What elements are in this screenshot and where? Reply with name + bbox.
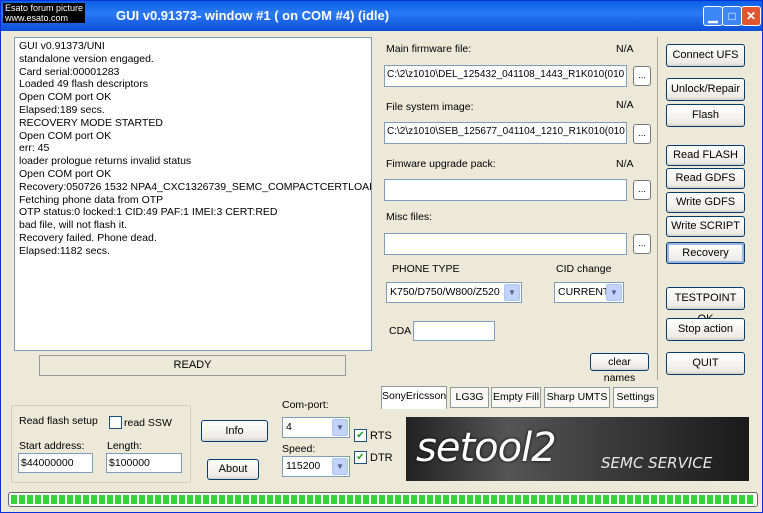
about-button[interactable]: About: [207, 459, 259, 480]
tab-empty-fill[interactable]: Empty Fill: [491, 387, 541, 408]
tab-sharp-umts[interactable]: Sharp UMTS: [544, 387, 610, 408]
phone-type-value: K750/D750/W800/Z520: [390, 286, 500, 298]
cda-field[interactable]: [413, 321, 495, 341]
cda-label: CDA: [389, 325, 412, 337]
log-line: Open COM port OK: [19, 129, 112, 142]
main-firmware-browse-button[interactable]: ...: [633, 66, 651, 86]
title-bar: Esato forum picture www.esato.com GUI v0…: [1, 1, 762, 31]
dtr-label: DTR: [370, 452, 393, 464]
dtr-checkbox[interactable]: ✔: [354, 451, 367, 464]
read-gdfs-button[interactable]: Read GDFS: [666, 168, 745, 189]
start-address-label: Start address:: [19, 440, 85, 452]
testpoint-button[interactable]: TESTPOINT OK: [666, 287, 745, 325]
recovery-button[interactable]: Recovery: [666, 242, 745, 264]
tab-settings[interactable]: Settings: [613, 387, 658, 408]
com-port-value: 4: [286, 421, 292, 433]
watermark-line-2: www.esato.com: [5, 13, 69, 23]
watermark-line-1: Esato forum picture: [5, 3, 84, 13]
semc-service-text: SEMC SERVICE: [601, 454, 713, 472]
log-line: loader prologue returns invalid status: [19, 155, 192, 168]
misc-files-field[interactable]: [384, 233, 627, 255]
chevron-down-icon: ▼: [332, 458, 348, 475]
write-script-button[interactable]: Write SCRIPT: [666, 216, 745, 237]
fs-image-label: File system image:: [386, 101, 474, 113]
stop-action-button[interactable]: Stop action: [666, 318, 745, 341]
info-button[interactable]: Info: [201, 420, 268, 442]
maximize-icon[interactable]: □: [722, 6, 742, 26]
tab-lg3g[interactable]: LG3G: [450, 387, 489, 408]
log-line: err: 45: [19, 142, 50, 155]
read-flash-button[interactable]: Read FLASH: [666, 145, 745, 166]
log-line: Recovery failed. Phone dead.: [19, 231, 157, 244]
chevron-down-icon: ▼: [332, 419, 348, 436]
length-label: Length:: [107, 440, 143, 452]
cid-change-value: CURRENT: [558, 286, 610, 298]
log-line: RECOVERY MODE STARTED: [19, 116, 163, 129]
log-line: Elapsed:1182 secs.: [19, 244, 110, 257]
cid-change-select[interactable]: CURRENT ▼: [554, 282, 624, 303]
phone-type-label: PHONE TYPE: [392, 263, 460, 275]
fw-pack-browse-button[interactable]: ...: [633, 180, 651, 200]
fs-image-status: N/A: [616, 99, 634, 111]
log-line: standalone version engaged.: [19, 52, 154, 65]
setool-logo: setool2: [416, 425, 557, 471]
misc-files-browse-button[interactable]: ...: [633, 234, 651, 254]
log-line: Recovery:050726 1532 NPA4_CXC1326739_SEM…: [19, 180, 372, 193]
main-firmware-field[interactable]: C:\2\z1010\DEL_125432_041108_1443_R1K010…: [384, 65, 627, 87]
clear-names-button[interactable]: clear names: [590, 353, 649, 384]
log-line: GUI v0.91373/UNI: [19, 40, 105, 52]
log-line: Card serial:00001283: [19, 65, 120, 78]
fs-image-browse-button[interactable]: ...: [633, 124, 651, 144]
progress-fill: [11, 495, 755, 504]
flash-button[interactable]: Flash: [666, 104, 745, 127]
log-output[interactable]: GUI v0.91373/UNI standalone version engag…: [14, 37, 372, 351]
watermark: Esato forum picture www.esato.com: [3, 3, 86, 23]
com-port-label: Com-port:: [282, 399, 329, 411]
connect-ufs-button[interactable]: Connect UFS: [666, 44, 745, 67]
misc-files-label: Misc files:: [386, 211, 433, 223]
speed-value: 115200: [286, 460, 321, 472]
close-icon[interactable]: ✕: [741, 6, 761, 26]
fs-image-field[interactable]: C:\2\z1010\SEB_125677_041104_1210_R1K010…: [384, 122, 627, 144]
chevron-down-icon: ▼: [504, 284, 520, 301]
read-flash-setup-label: Read flash setup: [19, 415, 98, 427]
com-port-select[interactable]: 4 ▼: [282, 417, 350, 438]
log-line: bad file, will not flash it.: [19, 219, 127, 232]
unlock-repair-button[interactable]: Unlock/Repair: [666, 78, 745, 101]
length-field[interactable]: $100000: [106, 453, 182, 473]
log-line: Elapsed:189 secs.: [19, 103, 105, 116]
status-bar: READY: [39, 355, 346, 376]
window-title: GUI v0.91373- window #1 ( on COM #4) (id…: [116, 8, 390, 23]
setool-banner: setool2 SEMC SERVICE: [406, 417, 749, 481]
fw-pack-label: Fimware upgrade pack:: [386, 158, 496, 170]
log-line: OTP status:0 locked:1 CID:49 PAF:1 IMEI:…: [19, 206, 278, 219]
rts-checkbox[interactable]: ✔: [354, 429, 367, 442]
log-line: Open COM port OK: [19, 167, 112, 180]
quit-button[interactable]: QUIT: [666, 352, 745, 375]
speed-label: Speed:: [282, 443, 316, 455]
log-line: Loaded 49 flash descriptors: [19, 78, 148, 91]
main-firmware-label: Main firmware file:: [386, 43, 472, 55]
rts-label: RTS: [370, 430, 392, 442]
fw-pack-field[interactable]: [384, 179, 627, 201]
phone-type-select[interactable]: K750/D750/W800/Z520 ▼: [386, 282, 522, 303]
fw-pack-status: N/A: [616, 158, 634, 170]
divider: [657, 37, 658, 380]
cid-change-label: CID change: [556, 263, 612, 275]
main-window: Esato forum picture www.esato.com GUI v0…: [0, 0, 763, 513]
progress-bar: [8, 492, 758, 507]
log-line: Fetching phone data from OTP: [19, 193, 164, 206]
main-firmware-status: N/A: [616, 43, 634, 55]
read-ssw-label: read SSW: [124, 417, 172, 429]
log-line: Open COM port OK: [19, 91, 112, 104]
minimize-icon[interactable]: ▁: [703, 6, 723, 26]
chevron-down-icon: ▼: [606, 284, 622, 301]
tab-sonyericsson[interactable]: SonyEricsson: [381, 386, 447, 409]
write-gdfs-button[interactable]: Write GDFS: [666, 192, 745, 213]
speed-select[interactable]: 115200 ▼: [282, 456, 350, 477]
start-address-field[interactable]: $44000000: [18, 453, 93, 473]
read-ssw-checkbox[interactable]: [109, 416, 122, 429]
